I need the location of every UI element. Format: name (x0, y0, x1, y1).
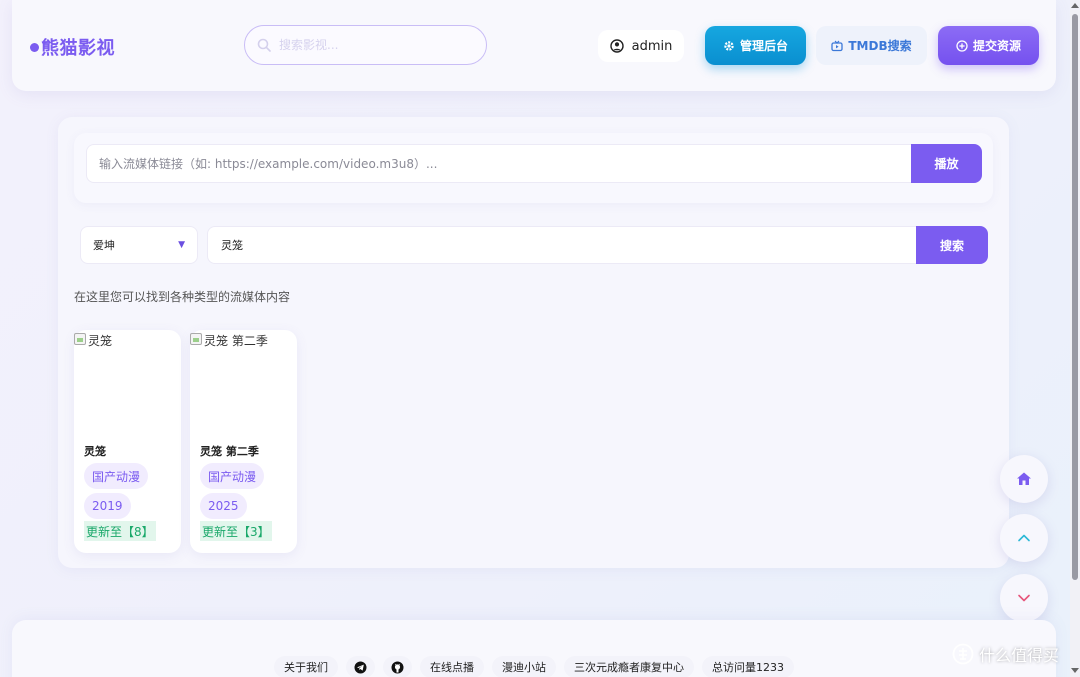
plus-circle-icon (956, 39, 968, 52)
submit-resource-button[interactable]: 提交资源 (938, 26, 1039, 65)
source-select-value: 爱坤 (93, 239, 115, 252)
play-button[interactable]: 播放 (911, 144, 982, 183)
username: admin (631, 38, 673, 54)
search-icon (257, 38, 271, 52)
year-tag: 2019 (84, 493, 131, 519)
search-button[interactable]: 搜索 (916, 226, 988, 264)
update-status: 更新至【3】 (200, 521, 272, 541)
result-card[interactable]: 灵笼 灵笼 国产动漫 2019 更新至【8】 (74, 330, 181, 553)
tmdb-search-button[interactable]: TMDB搜索 (816, 26, 927, 65)
footer-link-manga[interactable]: 漫迪小站 (492, 656, 556, 677)
stream-player-bar: 播放 (74, 133, 993, 203)
watermark-text: 什么值得买 (979, 646, 1060, 665)
footer-link-rehab[interactable]: 三次元成瘾者康复中心 (564, 656, 694, 677)
broken-image-icon (190, 333, 202, 345)
watermark: 什么值得买 (952, 642, 1059, 666)
main-panel: 播放 爱坤 ▼ 搜索 在这里您可以找到各种类型的流媒体内容 灵笼 灵笼 国产动漫… (58, 117, 1009, 568)
scrollbar-thumb[interactable] (1072, 14, 1078, 580)
tv-icon (831, 40, 844, 51)
user-circle-icon (609, 39, 624, 53)
visit-counter: 总访问量1233 (702, 656, 794, 677)
home-button[interactable] (1000, 455, 1048, 503)
site-logo-text: 熊猫影视 (41, 38, 115, 59)
query-input[interactable] (207, 226, 917, 264)
stream-url-input[interactable] (86, 144, 912, 183)
scroll-top-button[interactable] (1000, 514, 1048, 562)
github-icon (391, 661, 404, 673)
scroll-bottom-button[interactable] (1000, 574, 1048, 622)
broken-image-icon (74, 333, 86, 345)
result-card[interactable]: 灵笼 第二季 灵笼 第二季 国产动漫 2025 更新至【3】 (190, 330, 297, 553)
site-search-box[interactable] (244, 25, 487, 65)
github-link[interactable] (383, 656, 412, 677)
zhi-icon (952, 643, 974, 665)
site-logo[interactable]: 熊猫影视 (30, 34, 115, 60)
poster-image[interactable]: 灵笼 第二季 (190, 332, 297, 437)
caret-down-icon: ▼ (178, 240, 185, 250)
logo-dot-icon (30, 43, 39, 52)
poster-image[interactable]: 灵笼 (74, 332, 181, 437)
update-status: 更新至【8】 (84, 521, 156, 541)
site-footer: 关于我们 在线点播 漫迪小站 三次元成瘾者康复中心 总访问量1233 (12, 620, 1056, 677)
poster-alt-text: 灵笼 (88, 334, 113, 348)
site-search-input[interactable] (279, 38, 469, 52)
scroll-up-arrow-icon[interactable] (1071, 3, 1079, 8)
source-select[interactable]: 爱坤 ▼ (80, 226, 198, 264)
footer-links: 关于我们 在线点播 漫迪小站 三次元成瘾者康复中心 总访问量1233 (12, 656, 1056, 677)
telegram-icon (354, 661, 367, 673)
admin-dashboard-button[interactable]: 管理后台 (705, 26, 806, 65)
content-hint: 在这里您可以找到各种类型的流媒体内容 (74, 290, 291, 304)
genre-tag: 国产动漫 (84, 463, 149, 489)
genre-tag: 国产动漫 (200, 463, 265, 489)
top-header: 熊猫影视 admin 管理后台 TMDB搜索 (12, 0, 1056, 91)
gear-icon (724, 40, 734, 51)
telegram-link[interactable] (346, 656, 375, 677)
year-tag: 2025 (200, 493, 247, 519)
footer-link-vod[interactable]: 在线点播 (420, 656, 484, 677)
page-scrollbar[interactable] (1070, 0, 1080, 677)
footer-link-about[interactable]: 关于我们 (274, 656, 338, 677)
chevron-up-icon (1018, 534, 1030, 542)
poster-alt-text: 灵笼 第二季 (204, 334, 268, 348)
chevron-down-icon (1018, 594, 1030, 602)
admin-dashboard-label: 管理后台 (739, 39, 788, 53)
home-icon (1017, 472, 1031, 485)
scroll-down-arrow-icon[interactable] (1071, 668, 1079, 673)
user-menu[interactable]: admin (598, 30, 684, 62)
result-title[interactable]: 灵笼 (84, 443, 106, 459)
submit-resource-label: 提交资源 (972, 39, 1021, 53)
result-title[interactable]: 灵笼 第二季 (200, 443, 259, 459)
tmdb-search-label: TMDB搜索 (848, 39, 912, 53)
